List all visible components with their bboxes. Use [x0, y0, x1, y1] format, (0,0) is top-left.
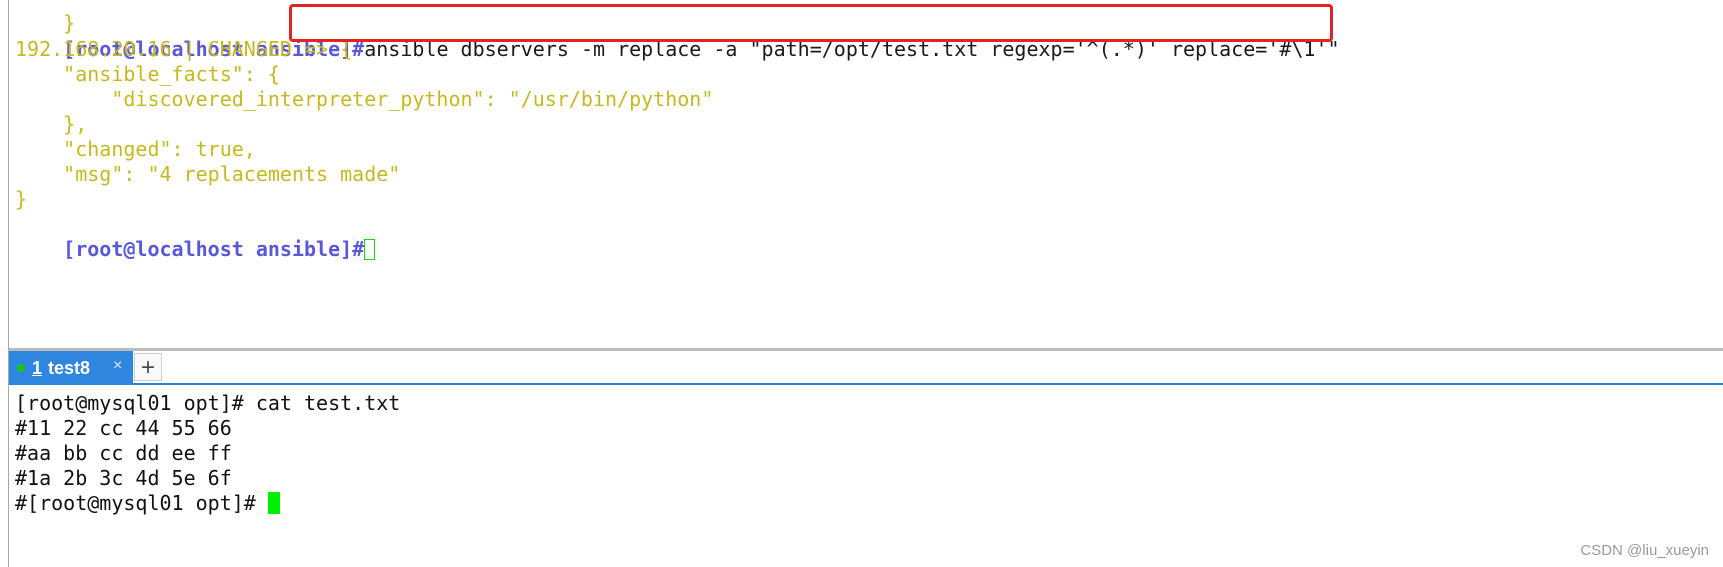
output-line: "changed": true, — [15, 137, 256, 161]
output-line: "discovered_interpreter_python": "/usr/b… — [15, 87, 714, 111]
tab-test8[interactable]: 1 test8 × — [9, 351, 133, 385]
watermark: CSDN @liu_xueyin — [1580, 542, 1709, 559]
terminal-line: [root@mysql01 opt]# cat test.txt — [15, 391, 401, 415]
tab-label: test8 — [48, 357, 91, 378]
terminal-cursor — [364, 239, 376, 260]
command-highlight-box — [289, 4, 1333, 42]
shell-prompt: #[root@mysql01 opt]# — [15, 491, 268, 515]
terminal-line: #1a 2b 3c 4d 5e 6f — [15, 466, 232, 490]
terminal-pane-top[interactable]: } [root@localhost ansible]#ansible dbser… — [9, 0, 1723, 350]
output-line: } — [15, 187, 28, 211]
current-prompt-line: #[root@mysql01 opt]# — [15, 491, 280, 516]
tab-number: 1 — [32, 357, 43, 378]
current-prompt-line: [root@localhost ansible]# — [15, 212, 376, 287]
session-tab-bar: 1 test8 × + — [9, 351, 1723, 385]
add-tab-button[interactable]: + — [134, 353, 162, 381]
close-icon[interactable]: × — [113, 357, 122, 375]
shell-prompt: [root@localhost ansible] — [63, 237, 353, 261]
terminal-line: #aa bb cc dd ee ff — [15, 441, 232, 465]
output-line: "msg": "4 replacements made" — [15, 162, 401, 186]
output-line: }, — [15, 112, 88, 136]
connection-status-icon — [17, 364, 25, 372]
terminal-line: #11 22 cc 44 55 66 — [15, 416, 232, 440]
output-line: "ansible_facts": { — [15, 62, 280, 86]
window-left-border — [0, 0, 9, 567]
terminal-cursor — [267, 492, 280, 514]
terminal-pane-bottom[interactable]: [root@mysql01 opt]# cat test.txt #11 22 … — [9, 385, 1723, 567]
